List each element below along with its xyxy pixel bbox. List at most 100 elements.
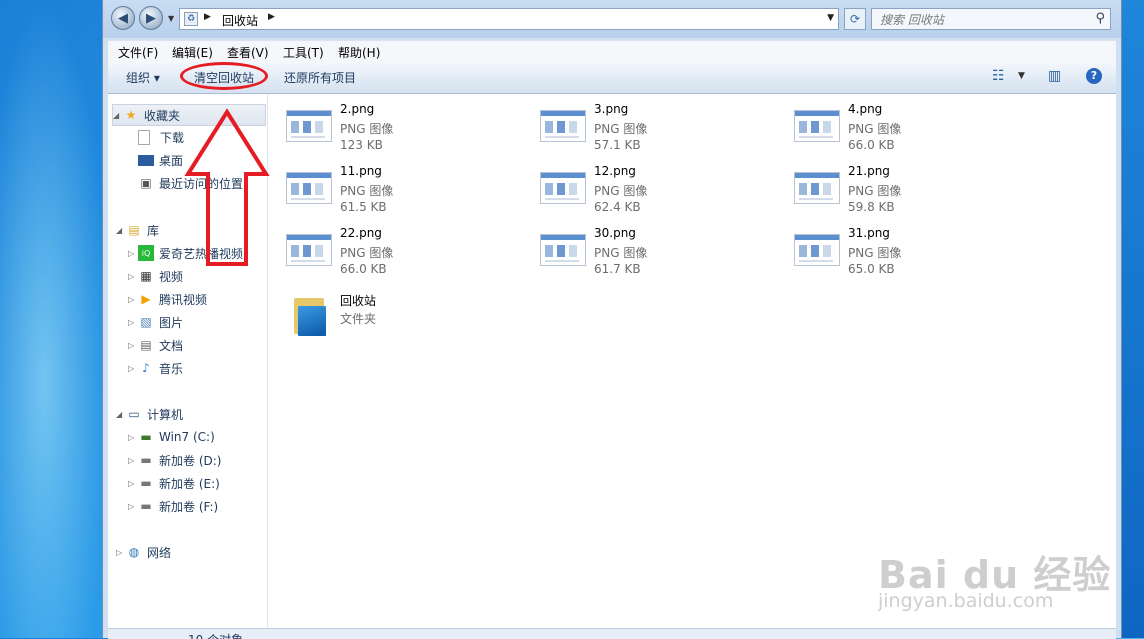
collapsed-triangle-icon[interactable]: ▷ (116, 548, 126, 557)
file-size: 66.0 KB (848, 138, 895, 152)
file-name: 30.png (594, 226, 636, 240)
nav-network[interactable]: ▷ ◍ 网络 (116, 542, 171, 562)
collapsed-triangle-icon[interactable]: ▷ (128, 502, 138, 511)
expanded-triangle-icon[interactable]: ◢ (116, 226, 126, 235)
nav-computer[interactable]: ◢ ▭ 计算机 (116, 404, 183, 424)
image-thumbnail (540, 172, 586, 204)
nav-item-documents[interactable]: ▷ ▤ 文档 (128, 335, 183, 355)
desktop-icon (138, 154, 154, 166)
nav-item-label: 文档 (159, 338, 184, 353)
file-item[interactable]: 4.png PNG 图像 66.0 KB (794, 102, 1044, 158)
file-size: 61.5 KB (340, 200, 387, 214)
hard-drive-icon: ▬ (140, 453, 152, 467)
folder-name: 回收站 (340, 294, 377, 308)
nav-item-drive-f[interactable]: ▷ ▬ 新加卷 (F:) (128, 496, 218, 516)
search-icon[interactable]: ⚲ (1095, 11, 1105, 26)
image-thumbnail (540, 234, 586, 266)
preview-pane-icon[interactable]: ▥ (1048, 68, 1061, 84)
organize-button[interactable]: 组织 ▾ (126, 69, 160, 86)
breadcrumb-chevron-icon[interactable]: ▶ (268, 12, 275, 22)
collapsed-triangle-icon[interactable]: ▷ (128, 272, 138, 281)
file-item[interactable]: 11.png PNG 图像 61.5 KB (286, 164, 536, 220)
menu-edit[interactable]: 编辑(E) (172, 44, 213, 61)
collapsed-triangle-icon[interactable]: ▷ (128, 295, 138, 304)
nav-item-label: 腾讯视频 (159, 292, 208, 307)
nav-item-videos[interactable]: ▷ ▦ 视频 (128, 266, 183, 286)
breadcrumb-chevron-icon[interactable]: ▶ (204, 12, 211, 22)
file-name: 2.png (340, 102, 375, 116)
menu-help[interactable]: 帮助(H) (338, 44, 380, 61)
collapsed-triangle-icon[interactable]: ▷ (128, 456, 138, 465)
nav-network-label: 网络 (147, 545, 172, 560)
file-item[interactable]: 2.png PNG 图像 123 KB (286, 102, 536, 158)
search-box[interactable]: ⚲ (871, 8, 1111, 30)
menu-view[interactable]: 查看(V) (227, 44, 269, 61)
file-item[interactable]: 30.png PNG 图像 61.7 KB (540, 226, 790, 282)
file-item[interactable]: 31.png PNG 图像 65.0 KB (794, 226, 1044, 282)
file-name: 12.png (594, 164, 636, 178)
annotation-circle (180, 62, 268, 90)
file-name: 11.png (340, 164, 382, 178)
refresh-button[interactable]: ⟳ (844, 8, 866, 30)
restore-all-items-button[interactable]: 还原所有项目 (284, 69, 356, 86)
file-type: PNG 图像 (594, 122, 648, 136)
title-bar: ◀ ▶ ▼ ♻ ▶ 回收站 ▶ ▼ ⟳ ⚲ (103, 0, 1121, 38)
computer-icon: ▭ (128, 407, 140, 421)
breadcrumb-recycle-bin[interactable]: 回收站 (222, 12, 258, 29)
address-bar[interactable]: ♻ ▶ 回收站 ▶ ▼ (179, 8, 839, 30)
file-item[interactable]: 22.png PNG 图像 66.0 KB (286, 226, 536, 282)
menu-file[interactable]: 文件(F) (118, 44, 158, 61)
nav-item-drive-d[interactable]: ▷ ▬ 新加卷 (D:) (128, 450, 221, 470)
nav-item-pictures[interactable]: ▷ ▧ 图片 (128, 312, 183, 332)
tencent-video-icon: ▶ (141, 292, 151, 306)
nav-item-music[interactable]: ▷ ♪ 音乐 (128, 358, 183, 378)
file-item[interactable]: 21.png PNG 图像 59.8 KB (794, 164, 1044, 220)
file-item[interactable]: 3.png PNG 图像 57.1 KB (540, 102, 790, 158)
image-thumbnail (794, 172, 840, 204)
explorer-window: ◀ ▶ ▼ ♻ ▶ 回收站 ▶ ▼ ⟳ ⚲ 文件(F) 编辑(E) 查看(V) … (102, 0, 1122, 639)
collapsed-triangle-icon[interactable]: ▷ (128, 341, 138, 350)
expanded-triangle-icon[interactable]: ◢ (116, 410, 126, 419)
file-size: 59.8 KB (848, 200, 895, 214)
file-name: 22.png (340, 226, 382, 240)
file-type: PNG 图像 (340, 184, 394, 198)
nav-item-tencent-video[interactable]: ▷ ▶ 腾讯视频 (128, 289, 207, 309)
annotation-arrow (184, 108, 270, 266)
collapsed-triangle-icon[interactable]: ▷ (128, 479, 138, 488)
star-icon: ★ (125, 108, 137, 122)
forward-arrow-icon: ▶ (146, 10, 156, 26)
file-size: 57.1 KB (594, 138, 641, 152)
expanded-triangle-icon[interactable]: ◢ (113, 111, 123, 120)
view-dropdown-icon[interactable]: ▼ (1018, 71, 1025, 81)
nav-item-label: 桌面 (159, 153, 184, 168)
recent-pages-dropdown-icon[interactable]: ▼ (168, 14, 176, 23)
nav-favorites-label: 收藏夹 (144, 108, 181, 123)
nav-libraries[interactable]: ◢ ▤ 库 (116, 220, 159, 240)
collapsed-triangle-icon[interactable]: ▷ (128, 364, 138, 373)
collapsed-triangle-icon[interactable]: ▷ (128, 433, 138, 442)
help-icon[interactable]: ? (1086, 68, 1102, 84)
menu-tools[interactable]: 工具(T) (283, 44, 324, 61)
nav-item-drive-e[interactable]: ▷ ▬ 新加卷 (E:) (128, 473, 220, 493)
nav-item-drive-c[interactable]: ▷ ▬ Win7 (C:) (128, 427, 215, 447)
file-name: 21.png (848, 164, 890, 178)
nav-item-desktop[interactable]: 桌面 (138, 150, 183, 170)
iqiyi-icon: iQ (138, 245, 154, 261)
search-input[interactable] (878, 10, 1082, 30)
back-button[interactable]: ◀ (111, 6, 135, 30)
file-item[interactable]: 12.png PNG 图像 62.4 KB (540, 164, 790, 220)
collapsed-triangle-icon[interactable]: ▷ (128, 249, 138, 258)
refresh-icon: ⟳ (849, 12, 861, 26)
address-dropdown-icon[interactable]: ▼ (827, 13, 834, 23)
file-size: 66.0 KB (340, 262, 387, 276)
forward-button[interactable]: ▶ (139, 6, 163, 30)
folder-item[interactable]: 回收站 文件夹 (286, 292, 536, 340)
file-type: PNG 图像 (848, 246, 902, 260)
nav-item-downloads[interactable]: 下载 (138, 127, 184, 147)
collapsed-triangle-icon[interactable]: ▷ (128, 318, 138, 327)
image-thumbnail (794, 110, 840, 142)
nav-computer-label: 计算机 (147, 407, 184, 422)
change-view-icon[interactable]: ☷ (992, 68, 1005, 84)
hard-drive-icon: ▬ (140, 499, 152, 513)
file-size: 62.4 KB (594, 200, 641, 214)
